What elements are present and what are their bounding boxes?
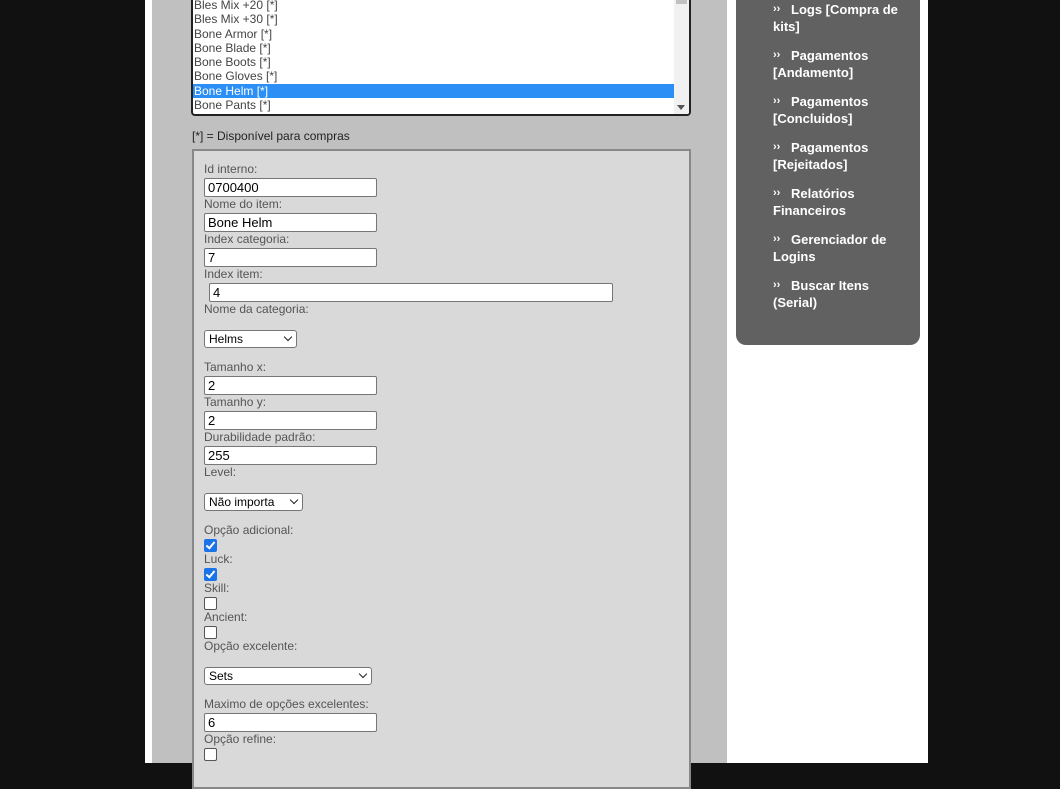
excellent-option-label: Opção excelente: (204, 639, 298, 653)
list-scrollbar-thumb[interactable] (676, 0, 687, 4)
sidebar-item-financial-reports[interactable]: ›› Relatórios Financeiros (773, 185, 913, 219)
refine-option-label: Opção refine: (204, 732, 277, 746)
main-column: Bles Mix +20 [*] Bles Mix +30 [*] Bone A… (152, 0, 727, 789)
double-chevron-right-icon: ›› (773, 187, 781, 199)
sidebar-item-payments-pending[interactable]: ›› Pagamentos [Andamento] (773, 47, 913, 81)
category-name-label: Nome da categoria: (204, 302, 309, 316)
double-chevron-right-icon: ›› (773, 279, 781, 291)
durability-input[interactable] (204, 446, 377, 465)
list-item[interactable]: Bone Blade [*] (193, 41, 674, 55)
sidebar-item-label: Buscar Itens (Serial) (773, 278, 870, 310)
id-input[interactable] (204, 178, 377, 197)
name-input[interactable] (204, 213, 377, 232)
level-label: Level: (204, 465, 237, 479)
category-select-value: Helms (209, 332, 244, 346)
list-item[interactable]: Bone Pants [*] (193, 98, 674, 112)
luck-label: Luck: (204, 552, 233, 566)
name-label: Nome do item: (204, 197, 283, 211)
sidebar-item-label: Gerenciador de Logins (773, 232, 887, 264)
ancient-label: Ancient: (204, 610, 248, 624)
excellent-option-value: Sets (209, 669, 234, 683)
category-index-label: Index categoria: (204, 232, 290, 246)
double-chevron-right-icon: ›› (773, 49, 781, 61)
item-index-label: Index item: (204, 267, 263, 281)
double-chevron-right-icon: ›› (773, 141, 781, 153)
luck-checkbox[interactable] (204, 568, 217, 581)
sidebar-item-payments-completed[interactable]: ›› Pagamentos [Concluidos] (773, 93, 913, 127)
chevron-down-icon (289, 495, 299, 505)
skill-label: Skill: (204, 581, 230, 595)
double-chevron-right-icon: ›› (773, 95, 781, 107)
scroll-down-arrow-icon[interactable] (677, 105, 685, 110)
durability-label: Durabilidade padrão: (204, 430, 316, 444)
level-select-value: Não importa (209, 495, 275, 509)
page-container: Bles Mix +20 [*] Bles Mix +30 [*] Bone A… (145, 0, 928, 789)
additional-option-label: Opção adicional: (204, 523, 294, 537)
max-excellent-label: Maximo de opções excelentes: (204, 697, 369, 711)
double-chevron-right-icon: ›› (773, 233, 781, 245)
skill-checkbox[interactable] (204, 597, 217, 610)
list-item[interactable]: Bone Gloves [*] (193, 69, 674, 83)
sidebar-item-label: Logs [Compra de kits] (773, 2, 898, 34)
max-excellent-input[interactable] (204, 713, 377, 732)
additional-option-checkbox[interactable] (204, 539, 217, 552)
list-item[interactable]: Bone Boots [*] (193, 55, 674, 69)
size-y-label: Tamanho y: (204, 395, 267, 409)
chevron-down-icon (283, 332, 293, 342)
sidebar-item-label: Relatórios Financeiros (773, 186, 855, 218)
chevron-down-icon (358, 669, 368, 679)
item-list: Bles Mix +20 [*] Bles Mix +30 [*] Bone A… (193, 0, 674, 112)
category-index-input[interactable] (204, 248, 377, 267)
list-item-selected[interactable]: Bone Helm [*] (193, 83, 674, 99)
size-y-input[interactable] (204, 411, 377, 430)
sidebar-item-payments-rejected[interactable]: ›› Pagamentos [Rejeitados] (773, 139, 913, 173)
size-x-input[interactable] (204, 376, 377, 395)
sidebar-item-login-manager[interactable]: ›› Gerenciador de Logins (773, 231, 913, 265)
refine-checkbox[interactable] (204, 748, 217, 761)
item-index-input[interactable] (209, 283, 613, 302)
list-item[interactable]: Bles Mix +20 [*] (193, 0, 674, 12)
item-listbox[interactable]: Bles Mix +20 [*] Bles Mix +30 [*] Bone A… (191, 0, 691, 116)
double-chevron-right-icon: ›› (773, 3, 781, 15)
ancient-checkbox[interactable] (204, 626, 217, 639)
sidebar-item-label: Pagamentos [Rejeitados] (773, 140, 869, 172)
size-x-label: Tamanho x: (204, 360, 267, 374)
item-edit-form: Id interno: Nome do item: Index categori… (192, 149, 691, 789)
sidebar-item-label: Pagamentos [Andamento] (773, 48, 869, 80)
list-item[interactable]: Bone Armor [*] (193, 27, 674, 41)
id-label: Id interno: (204, 162, 258, 176)
sidebar-item-search-items[interactable]: ›› Buscar Itens (Serial) (773, 277, 913, 311)
list-scrollbar[interactable] (674, 0, 689, 114)
list-item[interactable]: Bles Mix +30 [*] (193, 12, 674, 26)
category-select[interactable]: Helms (204, 330, 297, 348)
availability-legend: [*] = Disponível para compras (192, 129, 350, 143)
admin-sidebar: ›› Logs [Compra de kits] ›› Pagamentos [… (736, 0, 920, 345)
sidebar-item-label: Pagamentos [Concluidos] (773, 94, 869, 126)
level-select[interactable]: Não importa (204, 493, 303, 511)
sidebar-item-logs-kits[interactable]: ›› Logs [Compra de kits] (773, 1, 913, 35)
excellent-option-select[interactable]: Sets (204, 667, 372, 685)
